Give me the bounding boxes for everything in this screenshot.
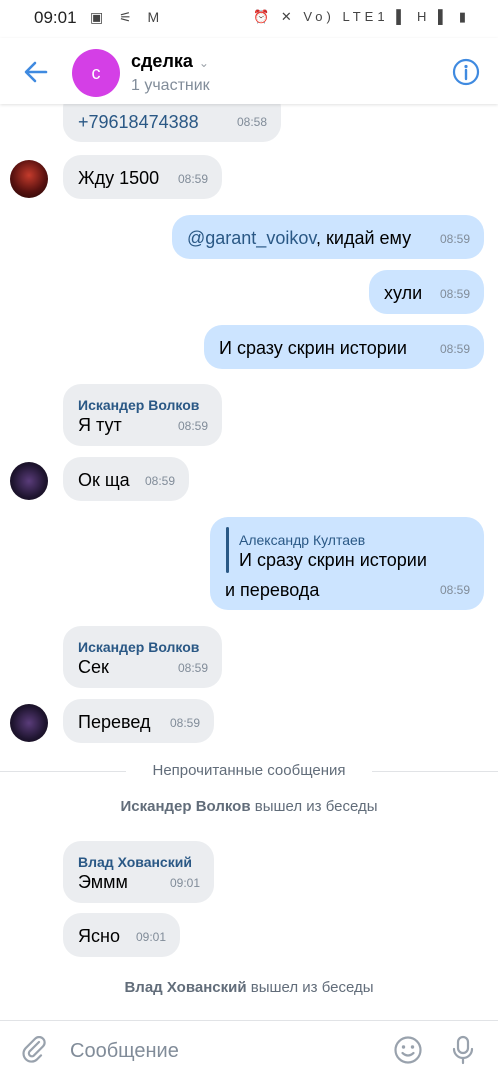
reply-sender-name[interactable]: Александр Култаев: [239, 529, 365, 551]
sender-name[interactable]: Влад Хованский: [78, 851, 192, 873]
message-bubble[interactable]: хули 08:59: [369, 270, 484, 314]
message-text: Сек: [78, 657, 109, 677]
message-bubble[interactable]: И сразу скрин истории 08:59: [204, 325, 484, 369]
chevron-down-icon: ⌄: [198, 56, 209, 70]
message-time: 08:59: [177, 419, 208, 433]
message-bubble[interactable]: Перевед 08:59: [63, 699, 214, 743]
emoji-icon[interactable]: [393, 1035, 423, 1065]
avatar[interactable]: [10, 160, 48, 198]
sender-name[interactable]: Искандер Волков: [78, 636, 199, 658]
message-time: 08:59: [439, 583, 470, 597]
message-text-rest: , кидай ему: [316, 228, 412, 248]
divider-line-left: [0, 771, 126, 772]
message-text: И сразу скрин истории: [219, 338, 407, 358]
message-composer: Сообщение: [0, 1020, 498, 1081]
mention-link[interactable]: @garant_voikov: [187, 228, 316, 248]
message-text: и перевода: [225, 580, 320, 600]
system-user-name[interactable]: Искандер Волков: [120, 798, 250, 815]
unread-divider-label: Непрочитанные сообщения: [152, 762, 346, 779]
message-time: 09:01: [169, 876, 200, 890]
avatar[interactable]: [10, 462, 48, 500]
back-arrow-icon[interactable]: [22, 58, 50, 86]
message-bubble[interactable]: +79618474388 08:58: [63, 104, 281, 142]
system-message: Искандер Волков вышел из беседы: [0, 798, 498, 815]
message-list[interactable]: +79618474388 08:58 Жду 1500 08:59 @garan…: [0, 104, 498, 1020]
status-bar: 09:01 ▣ ⚟ M ⏰ ✕ Vo) LTE1 ▌ H ▌ ▮: [0, 0, 498, 38]
message-time: 08:59: [144, 474, 175, 488]
chat-subtitle: 1 участник: [131, 77, 210, 94]
system-text: вышел из беседы: [250, 798, 378, 815]
message-bubble[interactable]: Ок ща 08:59: [63, 457, 189, 501]
message-text: хули: [384, 283, 423, 303]
chat-title-text: сделка: [131, 51, 193, 71]
phone-link[interactable]: +79618474388: [78, 111, 199, 133]
unread-divider: Непрочитанные сообщения: [0, 762, 498, 779]
message-text: Жду 1500: [78, 168, 160, 188]
system-user-name[interactable]: Влад Хованский: [124, 979, 246, 996]
message-bubble[interactable]: Александр Култаев И сразу скрин истории …: [210, 517, 484, 610]
chat-header: с сделка ⌄ 1 участник: [0, 38, 498, 104]
message-bubble[interactable]: Ясно 09:01: [63, 913, 180, 957]
status-time: 09:01: [34, 8, 77, 27]
message-time: 08:59: [177, 661, 208, 675]
chat-avatar[interactable]: с: [72, 49, 120, 97]
system-text: вышел из беседы: [246, 979, 374, 996]
message-text: Я тут: [78, 415, 122, 435]
message-bubble[interactable]: Искандер Волков Сек 08:59: [63, 626, 222, 688]
microphone-icon[interactable]: [450, 1035, 476, 1065]
message-time: 08:59: [439, 232, 470, 246]
divider-line-right: [372, 771, 498, 772]
message-time: 09:01: [135, 930, 166, 944]
message-time: 08:59: [177, 172, 208, 186]
attach-icon[interactable]: [20, 1036, 48, 1064]
chat-title[interactable]: сделка ⌄: [131, 51, 209, 72]
message-time: 08:59: [439, 342, 470, 356]
message-text: @garant_voikov, кидай ему: [187, 227, 411, 249]
message-time: 08:59: [439, 287, 470, 301]
system-icons: ⏰ ✕ Vo) LTE1 ▌ H ▌ ▮: [253, 9, 470, 24]
message-time: 08:59: [169, 716, 200, 730]
message-text: Перевед: [78, 712, 151, 732]
message-time: 08:58: [236, 115, 267, 129]
info-icon[interactable]: [452, 58, 480, 86]
reply-quote-text: И сразу скрин истории: [239, 550, 427, 570]
notification-icons: ▣ ⚟ M: [90, 9, 166, 25]
message-text: Ок ща: [78, 470, 130, 490]
message-text: Эммм: [78, 872, 128, 892]
system-message: Влад Хованский вышел из беседы: [0, 979, 498, 996]
message-bubble[interactable]: @garant_voikov, кидай ему 08:59: [172, 215, 484, 259]
message-bubble[interactable]: Влад Хованский Эммм 09:01: [63, 841, 214, 903]
message-input[interactable]: Сообщение: [70, 1040, 179, 1063]
message-text: Ясно: [78, 926, 120, 946]
message-bubble[interactable]: Жду 1500 08:59: [63, 155, 222, 199]
sender-name[interactable]: Искандер Волков: [78, 394, 199, 416]
avatar[interactable]: [10, 704, 48, 742]
message-bubble[interactable]: Искандер Волков Я тут 08:59: [63, 384, 222, 446]
reply-quote-bar: [226, 527, 229, 573]
